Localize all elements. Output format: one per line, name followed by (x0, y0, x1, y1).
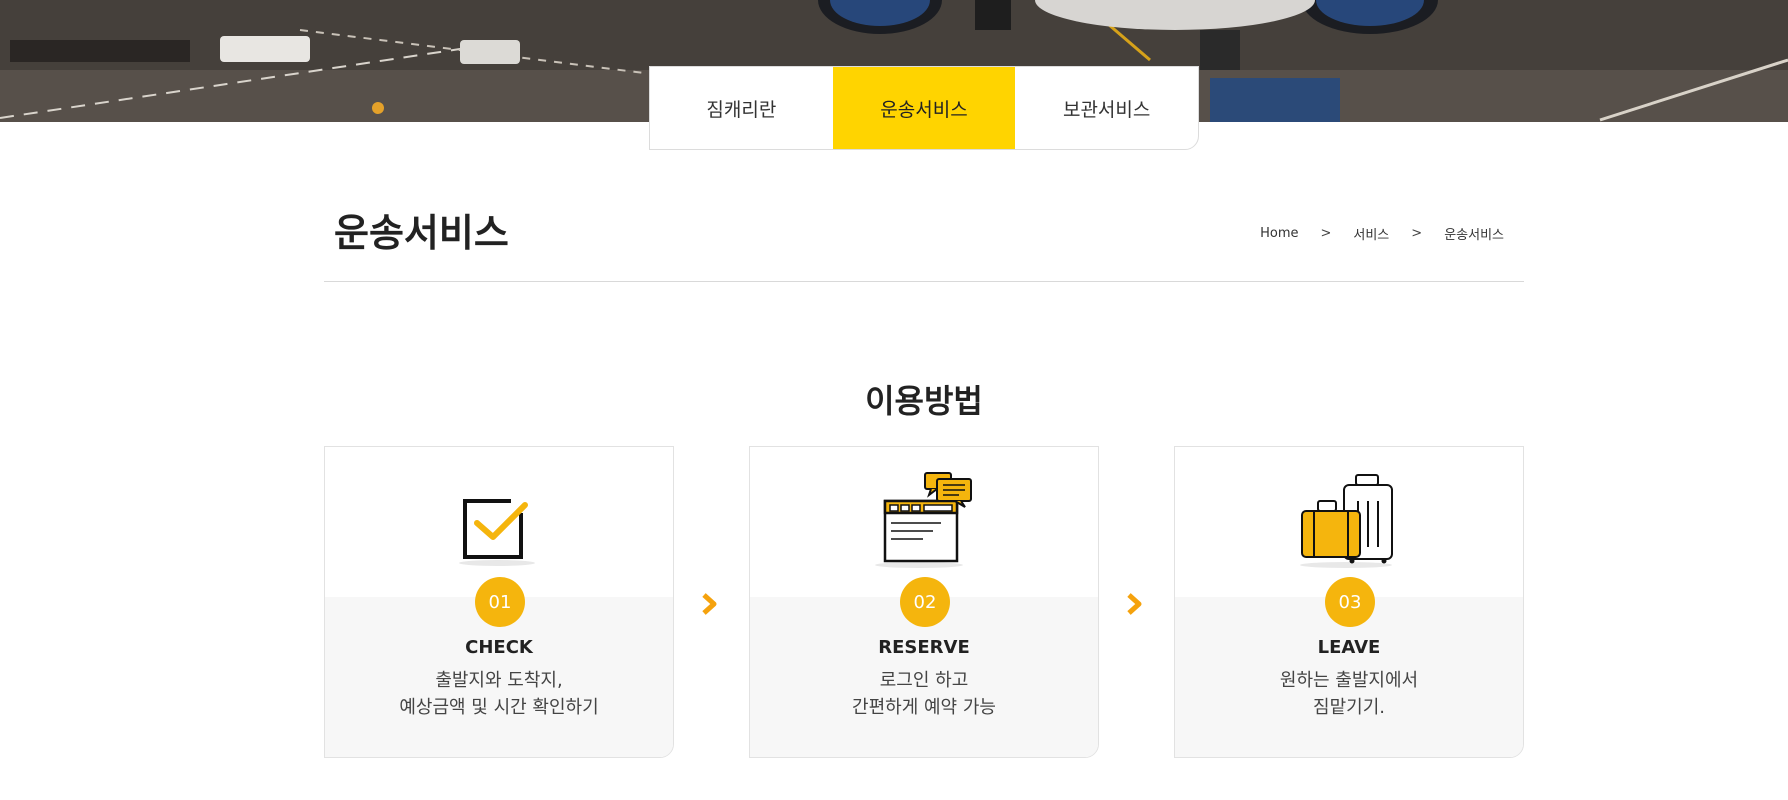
step-card-leave: 03 LEAVE 원하는 출발지에서 짐맡기기. (1174, 446, 1524, 758)
step-number: 02 (900, 577, 950, 627)
step-description: 원하는 출발지에서 짐맡기기. (1279, 670, 1419, 718)
breadcrumb-current: 운송서비스 (1444, 228, 1504, 243)
breadcrumb: Home > 서비스 > 운송서비스 (1260, 224, 1504, 243)
breadcrumb-separator: > (1320, 226, 1332, 241)
page-header: 운송서비스 Home > 서비스 > 운송서비스 (324, 190, 1524, 282)
step-card-reserve: 02 RESERVE 로그인 하고 간편하게 예약 가능 (749, 446, 1099, 758)
step-card-check: 01 CHECK 출발지와 도착지, 예상금액 및 시간 확인하기 (324, 446, 674, 758)
step-number: 03 (1325, 577, 1375, 627)
luggage-icon (1175, 471, 1523, 571)
reservation-screen-icon (750, 471, 1098, 571)
step-title: CHECK (465, 637, 533, 658)
breadcrumb-service[interactable]: 서비스 (1353, 224, 1389, 243)
chevron-right-icon (1127, 593, 1142, 615)
chevron-right-icon (702, 593, 717, 615)
step-description: 출발지와 도착지, 예상금액 및 시간 확인하기 (399, 670, 599, 718)
breadcrumb-separator: > (1411, 226, 1423, 241)
tab-transport-service[interactable]: 운송서비스 (832, 67, 1016, 149)
step-description: 로그인 하고 간편하게 예약 가능 (852, 670, 996, 718)
step-title: RESERVE (878, 637, 970, 658)
tab-about[interactable]: 짐캐리란 (650, 67, 833, 149)
checkbox-icon (325, 471, 673, 571)
step-title: LEAVE (1317, 637, 1381, 658)
section-title: 이용방법 (865, 382, 983, 420)
breadcrumb-home[interactable]: Home (1260, 226, 1298, 241)
step-number: 01 (475, 577, 525, 627)
page-title: 운송서비스 (334, 211, 509, 255)
service-tabs: 짐캐리란 운송서비스 보관서비스 (649, 66, 1199, 150)
tab-storage-service[interactable]: 보관서비스 (1015, 67, 1198, 149)
